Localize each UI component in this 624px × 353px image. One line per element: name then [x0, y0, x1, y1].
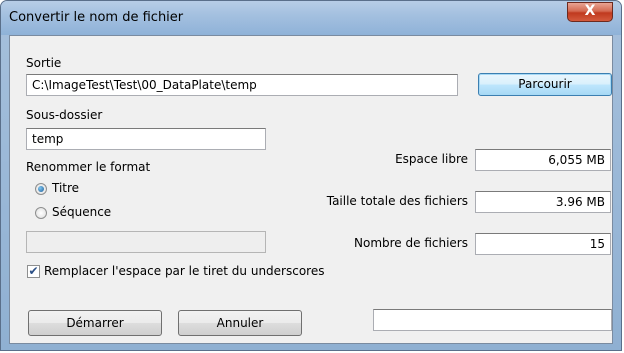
dialog-client-area: Sortie C:\ImageTest\Test\00_DataPlate\te…: [9, 35, 613, 344]
close-button[interactable]: X: [567, 2, 613, 22]
replace-space-label[interactable]: Remplacer l'espace par le tiret du under…: [44, 264, 324, 278]
dialog-window: Convertir le nom de fichier X Sortie C:\…: [0, 0, 622, 351]
title-bar[interactable]: Convertir le nom de fichier X: [1, 1, 621, 35]
free-space-field: 6,055 MB: [475, 149, 611, 171]
total-size-label: Taille totale des fichiers: [326, 194, 468, 208]
sequence-field[interactable]: [26, 231, 266, 253]
subfolder-field[interactable]: temp: [26, 128, 266, 150]
free-space-label: Espace libre: [395, 152, 468, 166]
browse-button[interactable]: Parcourir: [478, 73, 612, 96]
output-label: Sortie: [26, 56, 62, 70]
subfolder-label: Sous-dossier: [26, 108, 103, 122]
radio-sequence[interactable]: [35, 207, 47, 219]
radio-title[interactable]: [35, 183, 47, 195]
start-button[interactable]: Démarrer: [28, 310, 162, 336]
close-icon: X: [584, 3, 596, 19]
cancel-button[interactable]: Annuler: [178, 310, 302, 336]
window-title: Convertir le nom de fichier: [9, 10, 184, 25]
radio-title-label[interactable]: Titre: [52, 181, 79, 195]
file-count-label: Nombre de fichiers: [354, 236, 468, 250]
file-count-field: 15: [475, 233, 611, 255]
radio-sequence-label[interactable]: Séquence: [52, 205, 111, 219]
status-field: [373, 309, 612, 331]
checkmark-icon: ✔: [28, 264, 39, 278]
output-path-field[interactable]: C:\ImageTest\Test\00_DataPlate\temp: [26, 74, 458, 96]
replace-space-checkbox[interactable]: ✔: [27, 265, 40, 278]
total-size-field: 3.96 MB: [475, 191, 611, 213]
rename-format-label: Renommer le format: [26, 160, 151, 174]
